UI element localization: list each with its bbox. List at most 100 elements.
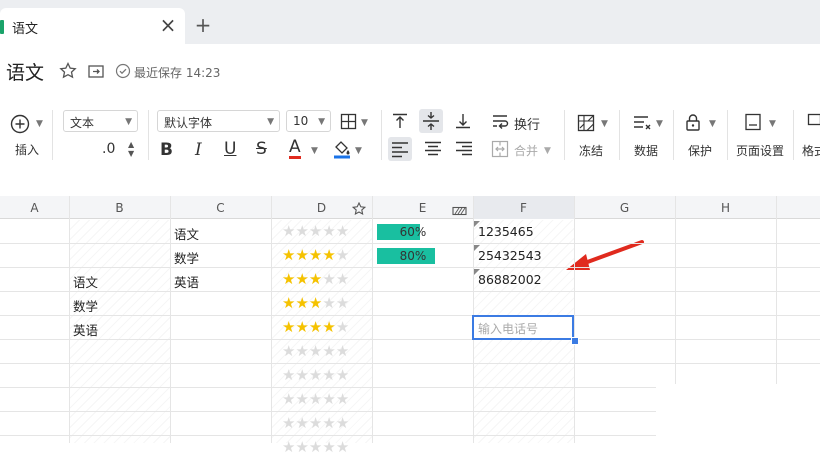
align-middle-button[interactable] (419, 109, 443, 133)
cell-c[interactable]: 英语 (174, 272, 199, 291)
star-empty-icon[interactable]: ★ (322, 342, 335, 360)
star-empty-icon[interactable]: ★ (336, 342, 349, 360)
star-empty-icon[interactable]: ★ (322, 294, 335, 312)
phone-input-placeholder[interactable]: 输入电话号 (478, 320, 538, 337)
star-empty-icon[interactable]: ★ (282, 414, 295, 432)
format-label[interactable]: 格式 (802, 142, 820, 159)
star-empty-icon[interactable]: ★ (309, 222, 322, 240)
strikethrough-button[interactable]: S (256, 139, 267, 159)
align-right-icon[interactable] (455, 140, 473, 162)
cell-phone[interactable]: 25432543 (478, 248, 542, 263)
star-empty-icon[interactable]: ★ (322, 390, 335, 408)
format-painter-icon[interactable] (807, 113, 820, 135)
align-bottom-icon[interactable] (454, 112, 472, 134)
wrap-text-icon[interactable] (491, 112, 509, 134)
fill-color-icon[interactable] (333, 139, 351, 163)
star-filled-icon[interactable]: ★ (282, 318, 295, 336)
star-filled-icon[interactable]: ★ (309, 318, 322, 336)
star-empty-icon[interactable]: ★ (309, 342, 322, 360)
star-empty-icon[interactable]: ★ (282, 222, 295, 240)
star-empty-icon[interactable]: ★ (336, 414, 349, 432)
star-filled-icon[interactable]: ★ (295, 318, 308, 336)
star-empty-icon[interactable]: ★ (282, 438, 295, 456)
star-empty-icon[interactable]: ★ (336, 438, 349, 456)
star-rating[interactable]: ★★★★★ (282, 391, 349, 408)
star-empty-icon[interactable]: ★ (336, 294, 349, 312)
star-empty-icon[interactable]: ★ (322, 270, 335, 288)
star-empty-icon[interactable]: ★ (295, 438, 308, 456)
cell-c[interactable]: 数学 (174, 248, 199, 267)
data-label[interactable]: 数据 (634, 142, 658, 159)
column-header-g[interactable]: G (574, 201, 675, 215)
star-filled-icon[interactable]: ★ (322, 246, 335, 264)
insert-plus-icon[interactable] (10, 114, 30, 134)
merge-dropdown-caret-icon[interactable]: ▼ (544, 146, 551, 156)
star-empty-icon[interactable]: ★ (336, 222, 349, 240)
cell-b[interactable]: 语文 (73, 272, 98, 291)
document-title[interactable]: 语文 (6, 58, 44, 85)
new-tab-icon[interactable]: + (193, 15, 213, 35)
font-color-button[interactable]: A (289, 139, 301, 159)
star-empty-icon[interactable]: ★ (336, 270, 349, 288)
protect-lock-icon[interactable] (685, 113, 701, 136)
cell-phone[interactable]: 86882002 (478, 272, 542, 287)
star-empty-icon[interactable]: ★ (322, 414, 335, 432)
column-header-a[interactable]: A (0, 201, 69, 215)
freeze-panes-icon[interactable] (577, 114, 595, 136)
star-empty-icon[interactable]: ★ (295, 222, 308, 240)
star-rating[interactable]: ★★★★★ (282, 223, 349, 240)
star-empty-icon[interactable]: ★ (336, 246, 349, 264)
star-filled-icon[interactable]: ★ (309, 270, 322, 288)
star-empty-icon[interactable]: ★ (295, 366, 308, 384)
star-empty-icon[interactable]: ★ (282, 390, 295, 408)
star-empty-icon[interactable]: ★ (322, 366, 335, 384)
column-header-c[interactable]: C (170, 201, 271, 215)
star-empty-icon[interactable]: ★ (322, 438, 335, 456)
column-header-f[interactable]: F (473, 201, 574, 215)
decimal-places-value[interactable]: .0 (102, 141, 115, 157)
font-size-select[interactable]: 10 ▼ (286, 110, 331, 132)
column-header-e[interactable]: E (372, 201, 473, 215)
insert-label[interactable]: 插入 (15, 141, 39, 158)
star-filled-icon[interactable]: ★ (309, 246, 322, 264)
number-format-select[interactable]: 文本 ▼ (63, 110, 138, 132)
star-filled-icon[interactable]: ★ (309, 294, 322, 312)
star-empty-icon[interactable]: ★ (336, 366, 349, 384)
cell-b[interactable]: 英语 (73, 320, 98, 339)
data-icon[interactable] (632, 114, 652, 136)
column-header-b[interactable]: B (69, 201, 170, 215)
star-empty-icon[interactable]: ★ (309, 414, 322, 432)
page-setup-label[interactable]: 页面设置 (736, 142, 784, 159)
freeze-dropdown-caret-icon[interactable]: ▼ (601, 119, 608, 129)
borders-dropdown-caret-icon[interactable]: ▼ (361, 118, 368, 128)
align-top-icon[interactable] (391, 112, 409, 134)
wrap-text-label[interactable]: 换行 (514, 114, 540, 133)
star-filled-icon[interactable]: ★ (295, 246, 308, 264)
star-empty-icon[interactable]: ★ (309, 438, 322, 456)
star-empty-icon[interactable]: ★ (309, 390, 322, 408)
star-empty-icon[interactable]: ★ (295, 342, 308, 360)
cell-c[interactable]: 语文 (174, 224, 199, 243)
star-filled-icon[interactable]: ★ (322, 318, 335, 336)
star-rating[interactable]: ★★★★★ (282, 247, 349, 264)
star-filled-icon[interactable]: ★ (295, 270, 308, 288)
star-rating[interactable]: ★★★★★ (282, 319, 349, 336)
italic-button[interactable]: I (195, 140, 202, 160)
protect-dropdown-caret-icon[interactable]: ▼ (709, 119, 716, 129)
star-rating[interactable]: ★★★★★ (282, 367, 349, 384)
fill-handle[interactable] (571, 337, 579, 345)
freeze-label[interactable]: 冻结 (579, 142, 603, 159)
star-filled-icon[interactable]: ★ (295, 294, 308, 312)
align-center-icon[interactable] (424, 140, 442, 162)
star-empty-icon[interactable]: ★ (309, 366, 322, 384)
column-header-d[interactable]: D (271, 201, 372, 215)
move-to-folder-icon[interactable] (87, 62, 105, 80)
font-color-caret-icon[interactable]: ▼ (311, 146, 318, 156)
merge-cells-label[interactable]: 合并 (514, 142, 538, 159)
star-rating[interactable]: ★★★★★ (282, 271, 349, 288)
star-filled-icon[interactable]: ★ (282, 270, 295, 288)
star-empty-icon[interactable]: ★ (336, 390, 349, 408)
bold-button[interactable]: B (160, 140, 173, 160)
star-empty-icon[interactable]: ★ (282, 366, 295, 384)
star-rating[interactable]: ★★★★★ (282, 439, 349, 456)
